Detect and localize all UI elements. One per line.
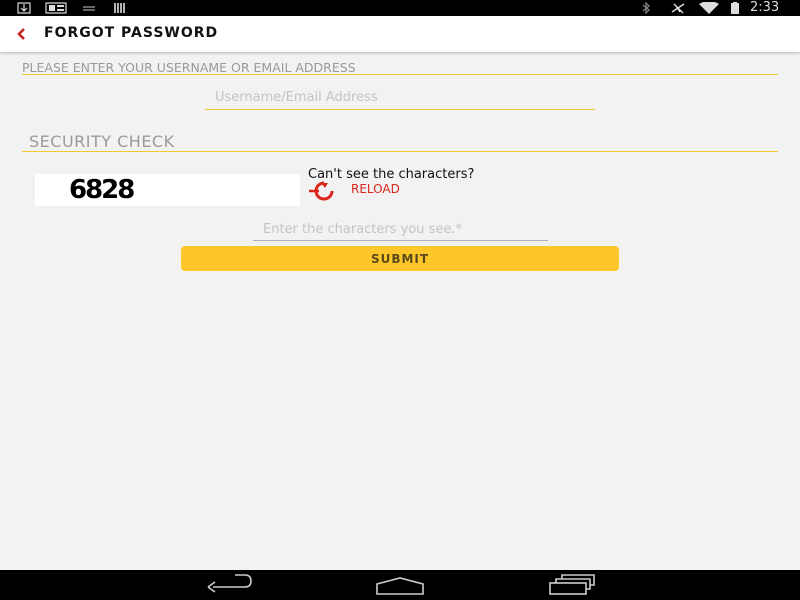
store-icon — [114, 3, 125, 13]
news-icon — [45, 2, 67, 14]
recents-icon[interactable] — [548, 574, 596, 596]
submit-button[interactable]: SUBMIT — [181, 246, 619, 271]
bluetooth-icon — [642, 2, 650, 14]
username-section-label: PLEASE ENTER YOUR USERNAME OR EMAIL ADDR… — [22, 60, 356, 75]
navigation-bar — [0, 570, 800, 600]
username-email-input[interactable] — [205, 87, 595, 107]
captcha-input-underline — [253, 240, 548, 241]
back-icon[interactable] — [205, 574, 253, 596]
battery-icon — [731, 2, 739, 14]
username-input-underline — [205, 109, 595, 110]
cant-see-characters-text: Can't see the characters? — [308, 167, 475, 182]
security-section-divider — [22, 151, 778, 152]
captcha-input[interactable] — [253, 219, 548, 239]
status-bar: 2:33 — [0, 0, 800, 16]
security-check-label: SECURITY CHECK — [29, 132, 175, 151]
captcha-text: 6828 — [69, 175, 135, 205]
home-icon[interactable] — [375, 574, 425, 596]
clock: 2:33 — [750, 0, 780, 15]
username-section-divider — [22, 74, 778, 75]
toolbar: FORGOT PASSWORD — [0, 16, 800, 52]
notification-icon — [83, 6, 95, 11]
download-icon — [17, 2, 31, 14]
reload-icon[interactable] — [307, 181, 341, 201]
captcha-image: 6828 — [35, 174, 300, 206]
chevron-left-icon[interactable] — [14, 26, 30, 42]
airplane-mode-icon — [671, 3, 685, 14]
reload-button[interactable]: RELOAD — [351, 182, 400, 196]
page-title: FORGOT PASSWORD — [44, 25, 219, 41]
wifi-icon — [699, 2, 719, 14]
